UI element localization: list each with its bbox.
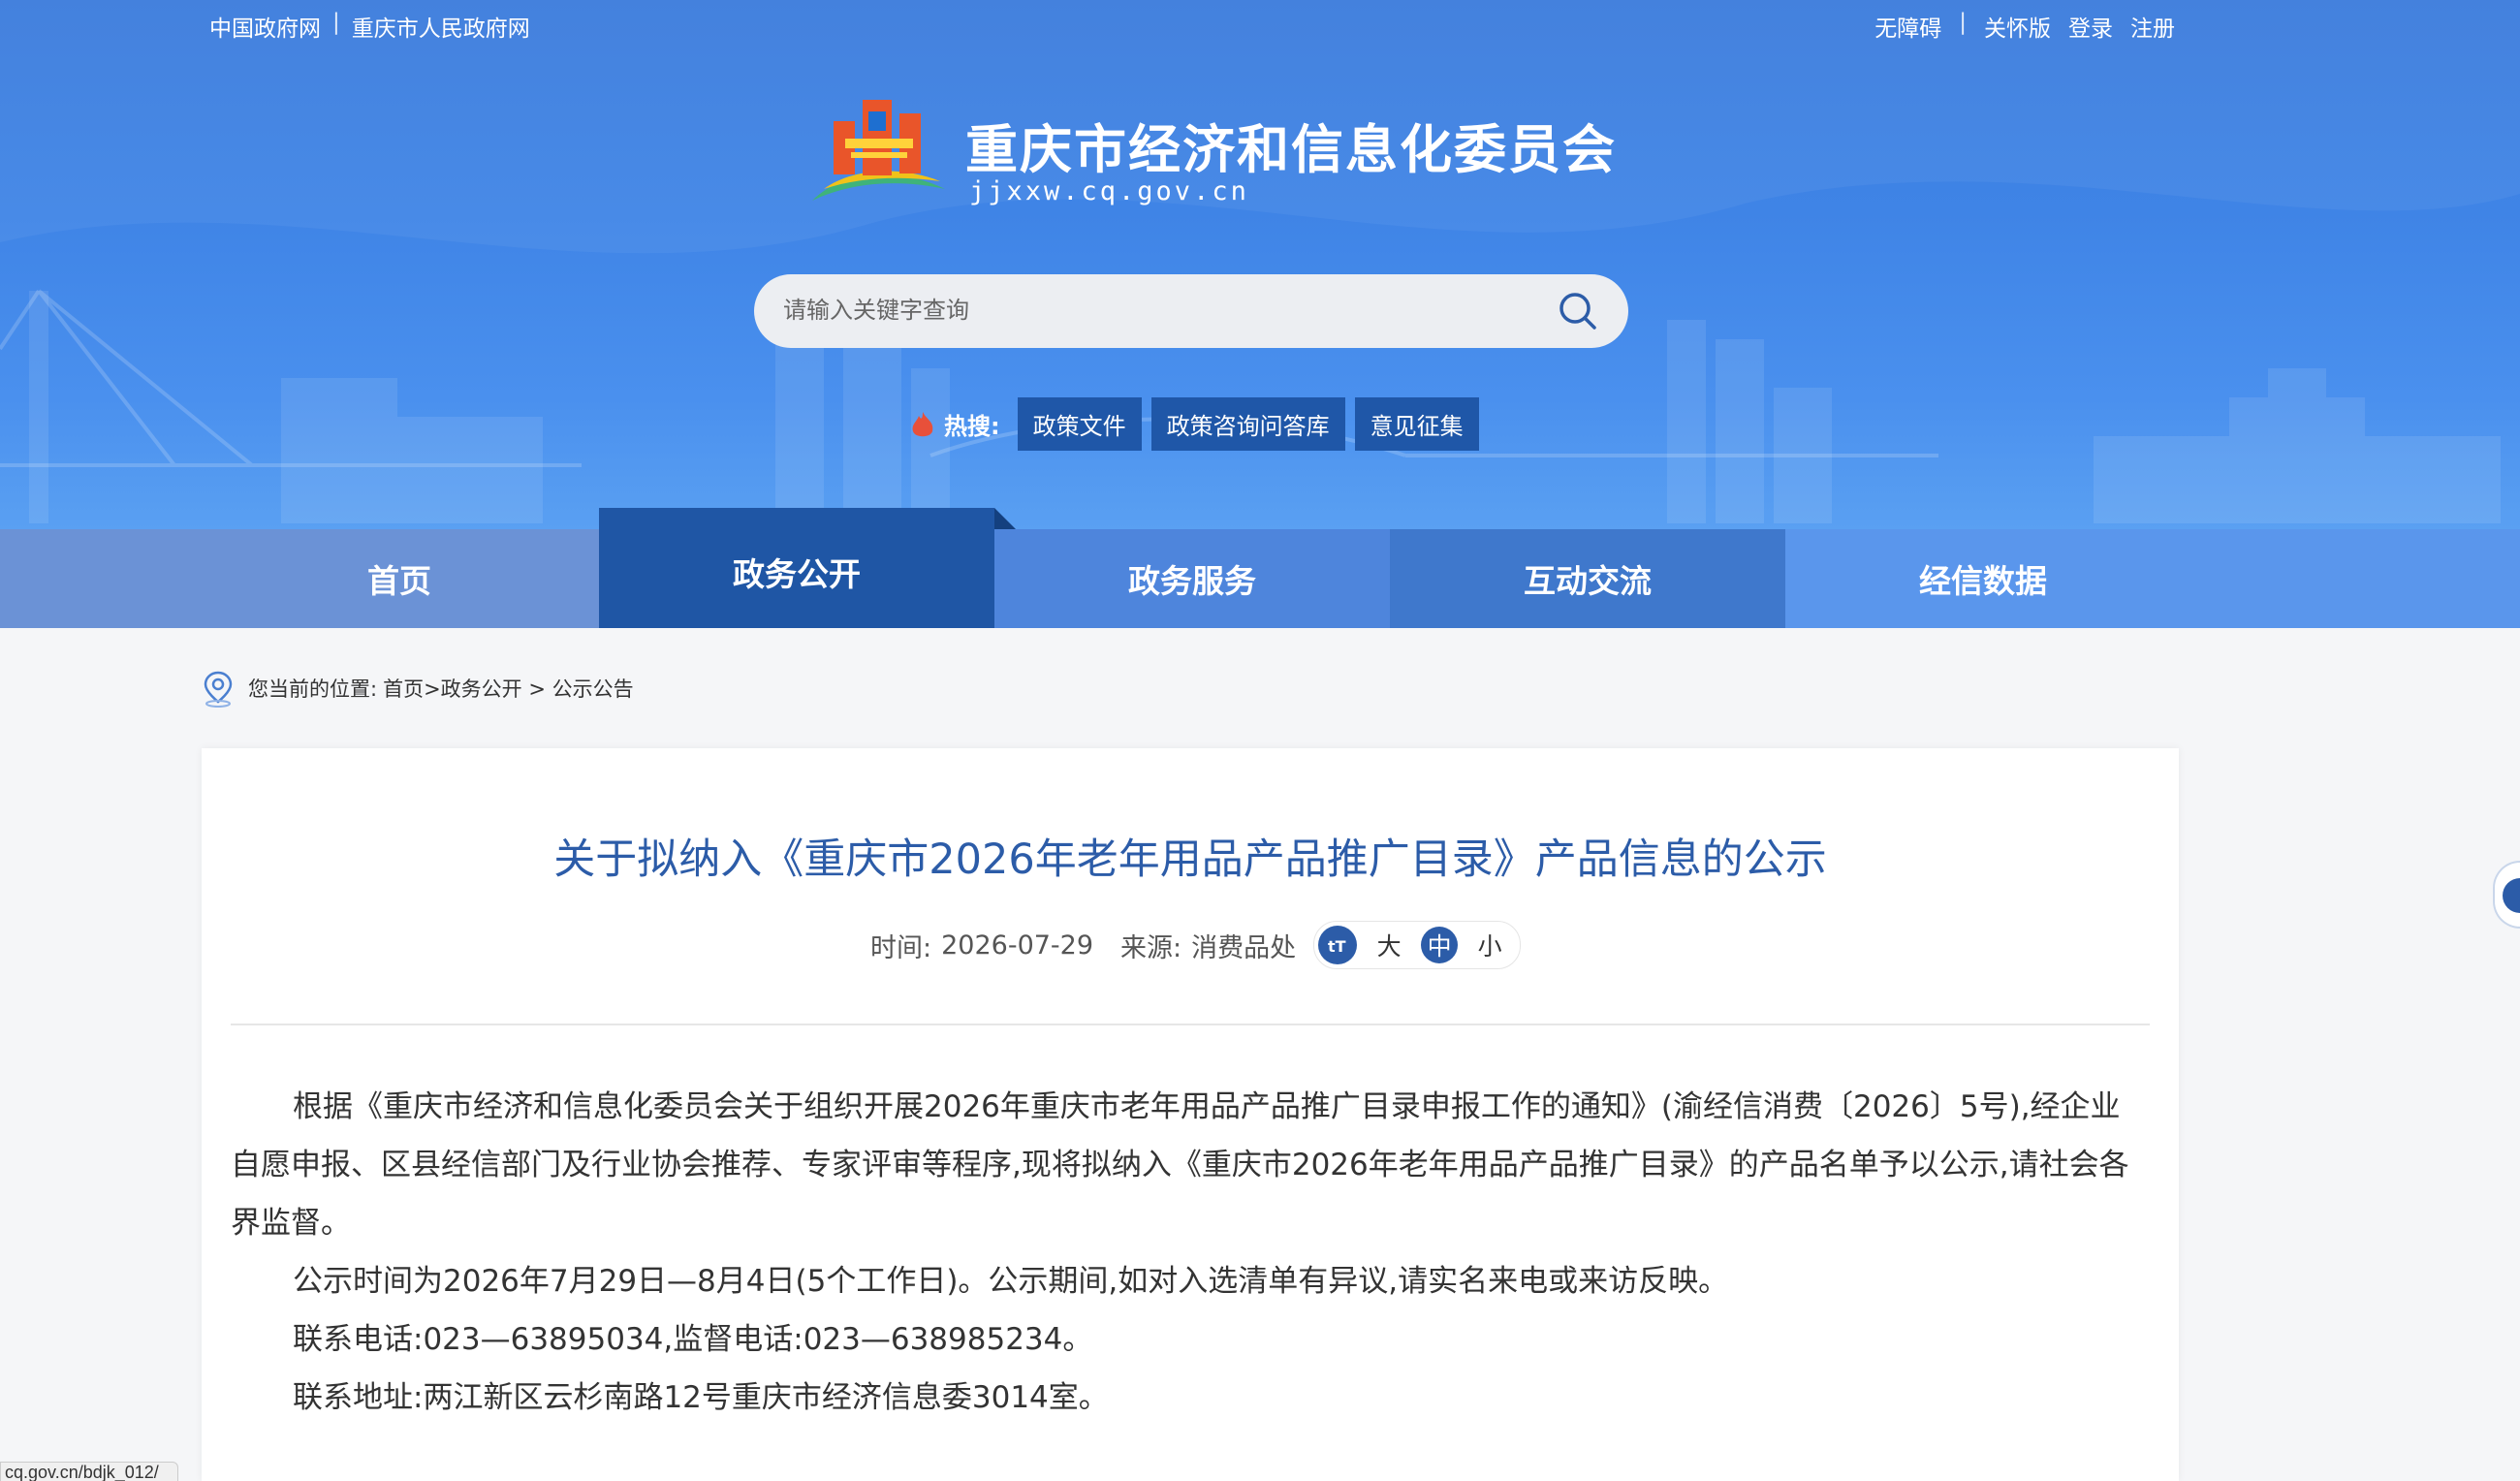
paragraph: 根据《重庆市经济和信息化委员会关于组织开展2026年重庆市老年用品产品推广目录申… (231, 1089, 2129, 1241)
nav-filler (2181, 529, 2520, 628)
top-links-left: 中国政府网 | 重庆市人民政府网 (209, 10, 530, 43)
hot-label-text: 热搜: (944, 413, 1000, 440)
hot-search-label: 热搜: (909, 407, 1000, 441)
search-icon[interactable] (1557, 290, 1599, 332)
site-url: jjxxw.cq.gov.cn (969, 176, 1249, 206)
font-size-switcher: tT 大 中 小 (1313, 921, 1522, 969)
divider (231, 1024, 2150, 1025)
breadcrumb-path[interactable]: 首页>政务公开 > 公示公告 (383, 674, 634, 703)
separator: | (1959, 10, 1967, 35)
site-logo[interactable] (804, 92, 950, 208)
search-input[interactable] (783, 298, 1557, 325)
font-size-icon: tT (1318, 926, 1358, 964)
nav-home[interactable]: 首页 (0, 529, 599, 628)
cq-gov-link[interactable]: 重庆市人民政府网 (352, 10, 530, 43)
font-size-medium[interactable]: 中 (1421, 927, 1459, 963)
gov-portal-link[interactable]: 中国政府网 (209, 10, 321, 43)
nav-interaction[interactable]: 互动交流 (1390, 529, 1785, 628)
search-bar (754, 274, 1628, 348)
hot-search: 热搜: 政策文件 政策咨询问答库 意见征集 (909, 397, 1479, 451)
status-bar-url: cq.gov.cn/bdjk_012/ (0, 1462, 178, 1481)
publish-date: 2026-07-29 (941, 930, 1094, 961)
separator: | (332, 10, 340, 35)
skyline-background (0, 0, 2520, 523)
fire-icon (912, 411, 933, 436)
location-pin-icon (204, 671, 233, 708)
nav-gov-services[interactable]: 政务服务 (994, 529, 1390, 628)
font-size-small[interactable]: 小 (1471, 927, 1508, 963)
care-version-link[interactable]: 关怀版 (1984, 10, 2051, 43)
nav-economy-data[interactable]: 经信数据 (1785, 529, 2181, 628)
nav-gov-affairs-open[interactable]: 政务公开 (599, 508, 1016, 628)
top-links-right: 无障碍 | 关怀版 登录 注册 (1874, 10, 2175, 43)
paragraph: 联系地址:两江新区云杉南路12号重庆市经济信息委3014室。 (293, 1380, 1109, 1415)
paragraph: 联系电话:023—63895034,监督电话:023—638985234。 (293, 1322, 1093, 1357)
register-link[interactable]: 注册 (2130, 10, 2175, 43)
source-label: 来源: (1120, 932, 1182, 963)
article-card: 关于拟纳入《重庆市2026年老年用品产品推广目录》产品信息的公示 时间: 202… (202, 748, 2179, 1481)
article-title: 关于拟纳入《重庆市2026年老年用品产品推广目录》产品信息的公示 (553, 835, 1827, 884)
site-title: 重庆市经济和信息化委员会 (965, 119, 1617, 180)
login-link[interactable]: 登录 (2068, 10, 2113, 43)
time-label: 时间: (870, 932, 932, 963)
svg-text:tT: tT (1328, 937, 1346, 956)
article-body: 根据《重庆市经济和信息化委员会关于组织开展2026年重庆市老年用品产品推广目录申… (231, 1078, 2150, 1427)
accessibility-link[interactable]: 无障碍 (1874, 10, 1941, 43)
site-header: 中国政府网 | 重庆市人民政府网 无障碍 | 关怀版 登录 注册 重庆市经济和信… (0, 0, 2520, 531)
font-size-large[interactable]: 大 (1370, 927, 1407, 963)
breadcrumb: 您当前的位置: 首页>政务公开 > 公示公告 (200, 669, 634, 708)
hot-tag-policy-docs[interactable]: 政策文件 (1017, 397, 1142, 451)
breadcrumb-label: 您当前的位置: (248, 677, 378, 701)
hot-tag-policy-qa[interactable]: 政策咨询问答库 (1150, 397, 1345, 451)
paragraph: 公示时间为2026年7月29日—8月4日(5个工作日)。公示期间,如对入选清单有… (293, 1264, 1729, 1299)
main-nav: 首页 政务公开 政务服务 互动交流 经信数据 (0, 508, 2520, 628)
source-value: 消费品处 (1191, 932, 1297, 963)
hot-tag-opinion[interactable]: 意见征集 (1354, 397, 1479, 451)
article-meta: 时间: 2026-07-29 来源: 消费品处 tT 大 中 小 (870, 921, 1522, 969)
side-float-button[interactable] (2493, 861, 2520, 929)
